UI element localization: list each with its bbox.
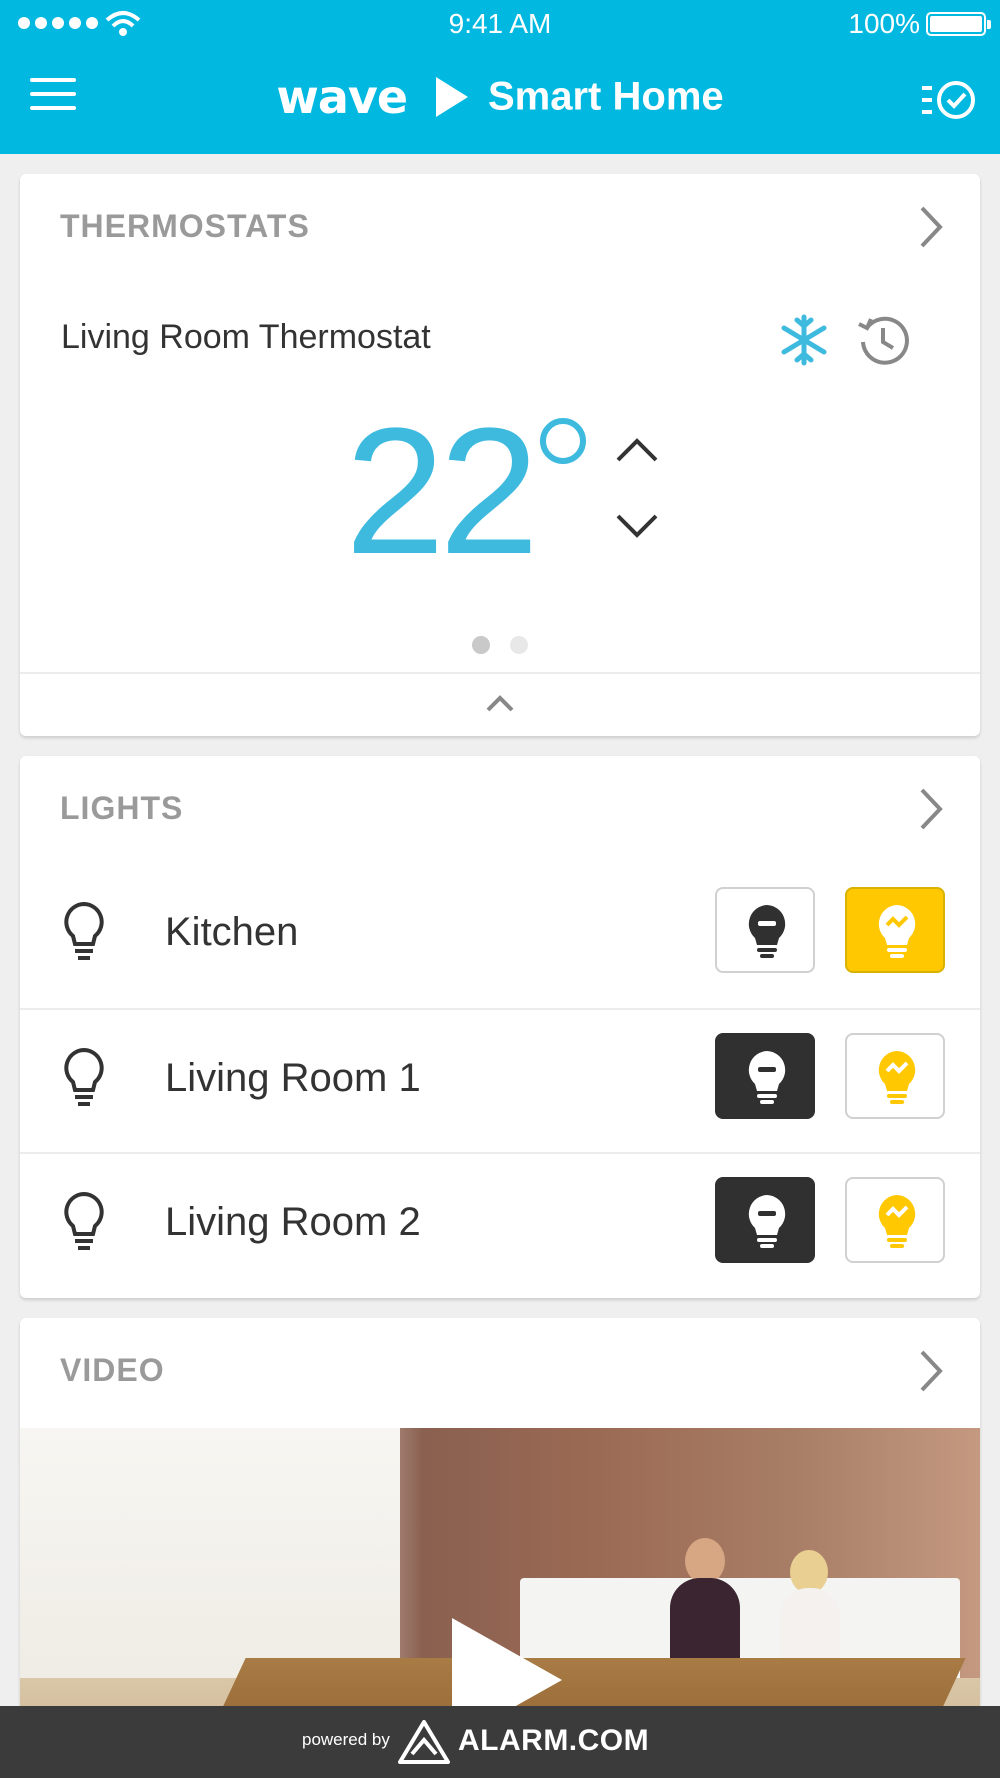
alarm-com-brand: ALARM.COM: [458, 1724, 650, 1757]
light-on-button[interactable]: [845, 887, 945, 973]
light-label: Living Room 1: [165, 1056, 421, 1100]
bulb-on-icon: [878, 1195, 916, 1248]
chevron-right-icon[interactable]: [910, 204, 950, 250]
chevron-right-icon[interactable]: [910, 786, 950, 832]
page-dot-active[interactable]: [472, 636, 490, 654]
light-on-button[interactable]: [845, 1177, 945, 1263]
page-indicator: [20, 636, 980, 654]
status-bar: 9:41 AM 100%: [0, 0, 1000, 50]
app-title: Smart Home: [488, 74, 724, 119]
thermostats-heading: THERMOSTATS: [60, 208, 310, 244]
wave-logo: wave: [276, 70, 408, 124]
powered-by-label: powered by: [302, 1730, 390, 1749]
schedule-clock-icon[interactable]: [855, 312, 911, 368]
app-header: 9:41 AM 100% wave Smart Home: [0, 0, 1000, 154]
light-off-button[interactable]: [715, 1033, 815, 1119]
task-list-check-icon[interactable]: [920, 78, 978, 122]
bulb-on-icon: [878, 1051, 916, 1104]
light-off-button[interactable]: [715, 1177, 815, 1263]
thermostats-card: THERMOSTATS Living Room Thermostat 22: [20, 174, 980, 736]
battery-icon: [926, 12, 991, 36]
light-on-button[interactable]: [845, 1033, 945, 1119]
footer-bar: powered by ALARM.COM: [0, 1706, 1000, 1778]
lightbulb-icon: [64, 901, 104, 960]
lights-heading: LIGHTS: [60, 790, 184, 826]
temperature-up-button[interactable]: [610, 428, 664, 468]
temperature-down-button[interactable]: [610, 506, 664, 546]
lightbulb-icon: [64, 1047, 104, 1106]
thermostat-name: Living Room Thermostat: [61, 318, 431, 356]
light-row-living-room-2: Living Room 2: [20, 1152, 980, 1296]
degree-symbol: [540, 418, 586, 464]
app-brand: wave Smart Home: [0, 70, 1000, 124]
page-dot[interactable]: [510, 636, 528, 654]
bulb-off-icon: [748, 905, 786, 958]
divider: [20, 672, 980, 674]
light-row-kitchen: Kitchen: [20, 864, 980, 1008]
lights-card: LIGHTS Kitchen Living Room 1 Living Room…: [20, 756, 980, 1298]
battery-percentage: 100%: [848, 8, 920, 39]
chevron-right-icon[interactable]: [910, 1348, 950, 1394]
lightbulb-icon: [64, 1191, 104, 1250]
snowflake-icon[interactable]: [778, 314, 830, 366]
temperature-value: 22: [345, 391, 539, 592]
bulb-off-icon: [748, 1051, 786, 1104]
video-heading: VIDEO: [60, 1352, 165, 1388]
light-off-button[interactable]: [715, 887, 815, 973]
light-label: Living Room 2: [165, 1200, 421, 1244]
collapse-chevron-up-icon[interactable]: [484, 690, 516, 716]
bulb-on-icon: [878, 905, 916, 958]
bulb-off-icon: [748, 1195, 786, 1248]
light-row-living-room-1: Living Room 1: [20, 1008, 980, 1152]
play-logo-icon: [435, 77, 468, 117]
light-label: Kitchen: [165, 910, 299, 954]
alarm-com-logo-icon: [398, 1720, 450, 1764]
